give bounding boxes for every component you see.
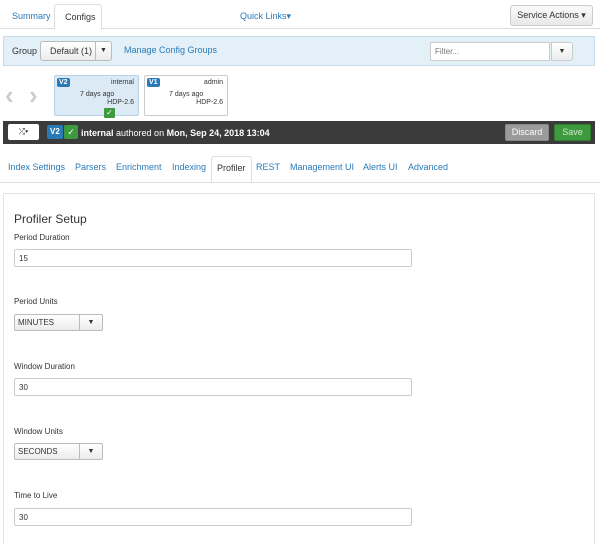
authored-info: internal authored on Mon, Sep 24, 2018 1… <box>81 128 270 138</box>
chevron-left-icon[interactable]: ‹ <box>5 80 14 111</box>
tab-alerts-ui[interactable]: Alerts UI <box>363 162 398 172</box>
author-name: internal <box>81 128 114 138</box>
window-units-value: SECONDS <box>18 447 58 456</box>
config-section-tabs: Index Settings Parsers Enrichment Indexi… <box>0 156 600 183</box>
tab-advanced[interactable]: Advanced <box>408 162 448 172</box>
time-to-live-label: Time to Live <box>14 491 58 500</box>
window-units-select[interactable]: SECONDS ▼ <box>14 443 103 460</box>
tab-management-ui[interactable]: Management UI <box>290 162 354 172</box>
time-to-live-input[interactable] <box>14 508 412 526</box>
tab-parsers[interactable]: Parsers <box>75 162 106 172</box>
period-duration-input[interactable] <box>14 249 412 267</box>
version-user: admin <box>203 79 223 86</box>
chevron-right-icon[interactable]: › <box>29 80 38 111</box>
version-card-v2[interactable]: V2 internal 7 days ago HDP-2.6 <box>54 75 139 116</box>
tab-index-settings[interactable]: Index Settings <box>8 162 65 172</box>
period-units-select[interactable]: MINUTES ▼ <box>14 314 103 331</box>
period-units-value: MINUTES <box>18 318 54 327</box>
caret-down-icon: ▼ <box>79 315 102 330</box>
service-actions-button[interactable]: Service Actions ▾ <box>510 5 593 26</box>
window-units-label: Window Units <box>14 427 63 436</box>
compare-versions-button[interactable]: ⤮▾ <box>8 124 39 140</box>
caret-down-icon: ▼ <box>79 444 102 459</box>
tab-rest[interactable]: REST <box>256 162 280 172</box>
save-button[interactable]: Save <box>554 124 591 141</box>
section-title: Profiler Setup <box>14 212 87 226</box>
tab-summary[interactable]: Summary <box>2 4 61 29</box>
version-stack: HDP-2.6 <box>196 99 223 106</box>
caret-down-icon: ▼ <box>558 48 566 55</box>
version-time: 7 days ago <box>169 91 204 98</box>
group-label: Group <box>12 46 38 56</box>
period-duration-label: Period Duration <box>14 233 70 242</box>
profiler-panel <box>3 193 595 544</box>
tab-profiler[interactable]: Profiler <box>211 156 252 182</box>
quick-links-dropdown[interactable]: Quick Links▾ <box>240 11 291 22</box>
authored-date: Mon, Sep 24, 2018 13:04 <box>166 128 270 138</box>
check-icon: ✓ <box>64 125 78 139</box>
window-duration-label: Window Duration <box>14 362 75 371</box>
tab-enrichment[interactable]: Enrichment <box>116 162 162 172</box>
version-card-v1[interactable]: V1 admin 7 days ago HDP-2.6 <box>144 75 228 116</box>
config-group-value: Default (1) <box>50 46 93 56</box>
check-icon: ✓ <box>104 108 115 118</box>
version-badge: V2 <box>57 78 70 87</box>
version-time: 7 days ago <box>80 91 115 98</box>
caret-down-icon: ▾ <box>25 127 29 136</box>
tab-configs[interactable]: Configs <box>54 4 102 30</box>
period-units-label: Period Units <box>14 297 58 306</box>
config-group-select[interactable]: Default (1) ▼ <box>40 41 112 61</box>
version-badge: V1 <box>147 78 160 87</box>
service-actions-label: Service Actions <box>517 10 579 20</box>
current-version-badge: V2 <box>47 125 63 139</box>
authored-text: authored on <box>116 128 165 138</box>
manage-config-groups-link[interactable]: Manage Config Groups <box>124 45 217 55</box>
caret-down-icon: ▾ <box>286 11 292 21</box>
filter-input[interactable] <box>430 42 550 61</box>
version-user: internal <box>111 79 134 86</box>
window-duration-input[interactable] <box>14 378 412 396</box>
discard-button[interactable]: Discard <box>505 124 549 141</box>
quick-links-label: Quick Links <box>240 11 287 21</box>
caret-down-icon: ▾ <box>581 10 586 20</box>
filter-dropdown-button[interactable]: ▼ <box>551 42 573 61</box>
version-stack: HDP-2.6 <box>107 99 134 106</box>
tab-indexing[interactable]: Indexing <box>172 162 206 172</box>
caret-down-icon: ▼ <box>95 42 111 60</box>
